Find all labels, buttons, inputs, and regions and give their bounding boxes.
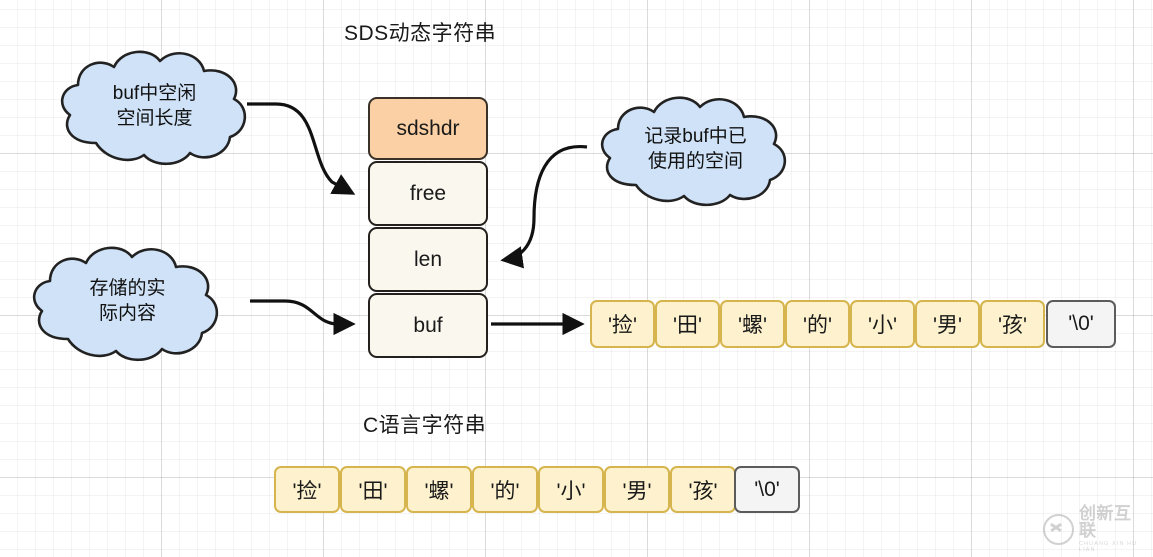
c-char-cell-3[interactable]: '的' (472, 466, 538, 513)
sds-char-cell-5[interactable]: '男' (915, 300, 980, 348)
struct-block-label: buf (413, 313, 443, 337)
watermark-logo-icon (1043, 513, 1074, 545)
c-char-cell-5[interactable]: '男' (604, 466, 670, 513)
c-char-cell-6[interactable]: '孩' (670, 466, 736, 513)
sds-char-cell-4[interactable]: '小' (850, 300, 915, 348)
connector-free (247, 102, 356, 195)
sds-char-cell-0[interactable]: '捡' (590, 300, 655, 348)
cloud-free-note[interactable]: buf中空闲 空间长度 (52, 43, 257, 170)
sds-char-cell-2[interactable]: '螺' (720, 300, 785, 348)
watermark-name: 创新互联 (1079, 504, 1132, 540)
diagram-canvas: SDS动态字符串 C语言字符串 sdshdr free len buf buf中… (0, 0, 1153, 557)
sds-char-cell-null[interactable]: '\0' (1046, 300, 1116, 348)
struct-block-len[interactable]: len (368, 227, 488, 292)
struct-block-buf[interactable]: buf (368, 293, 488, 358)
struct-block-label: sdshdr (396, 116, 460, 140)
watermark: 创新互联 CHUANG XIN HU LIAN (1043, 505, 1147, 553)
cloud-buf-note[interactable]: 存储的实 际内容 (24, 237, 231, 366)
c-title: C语言字符串 (363, 414, 487, 437)
c-char-cell-4[interactable]: '小' (538, 466, 604, 513)
connector-buf (250, 299, 356, 336)
c-char-cell-1[interactable]: '田' (340, 466, 406, 513)
sds-title: SDS动态字符串 (344, 22, 497, 45)
sds-char-cell-6[interactable]: '孩' (980, 300, 1045, 348)
c-char-cell-0[interactable]: '捡' (274, 466, 340, 513)
sds-char-cell-3[interactable]: '的' (785, 300, 850, 348)
struct-block-sdshdr[interactable]: sdshdr (368, 97, 488, 160)
cloud-len-note[interactable]: 记录buf中已 使用的空间 (592, 90, 799, 210)
connector-len (500, 145, 588, 269)
struct-block-label: len (413, 247, 443, 271)
watermark-subtitle: CHUANG XIN HU LIAN (1079, 541, 1138, 553)
struct-block-free[interactable]: free (368, 161, 488, 226)
sds-char-cell-1[interactable]: '田' (655, 300, 720, 348)
c-char-cell-2[interactable]: '螺' (406, 466, 472, 513)
c-char-cell-null[interactable]: '\0' (734, 466, 800, 513)
struct-block-label: free (409, 181, 447, 205)
